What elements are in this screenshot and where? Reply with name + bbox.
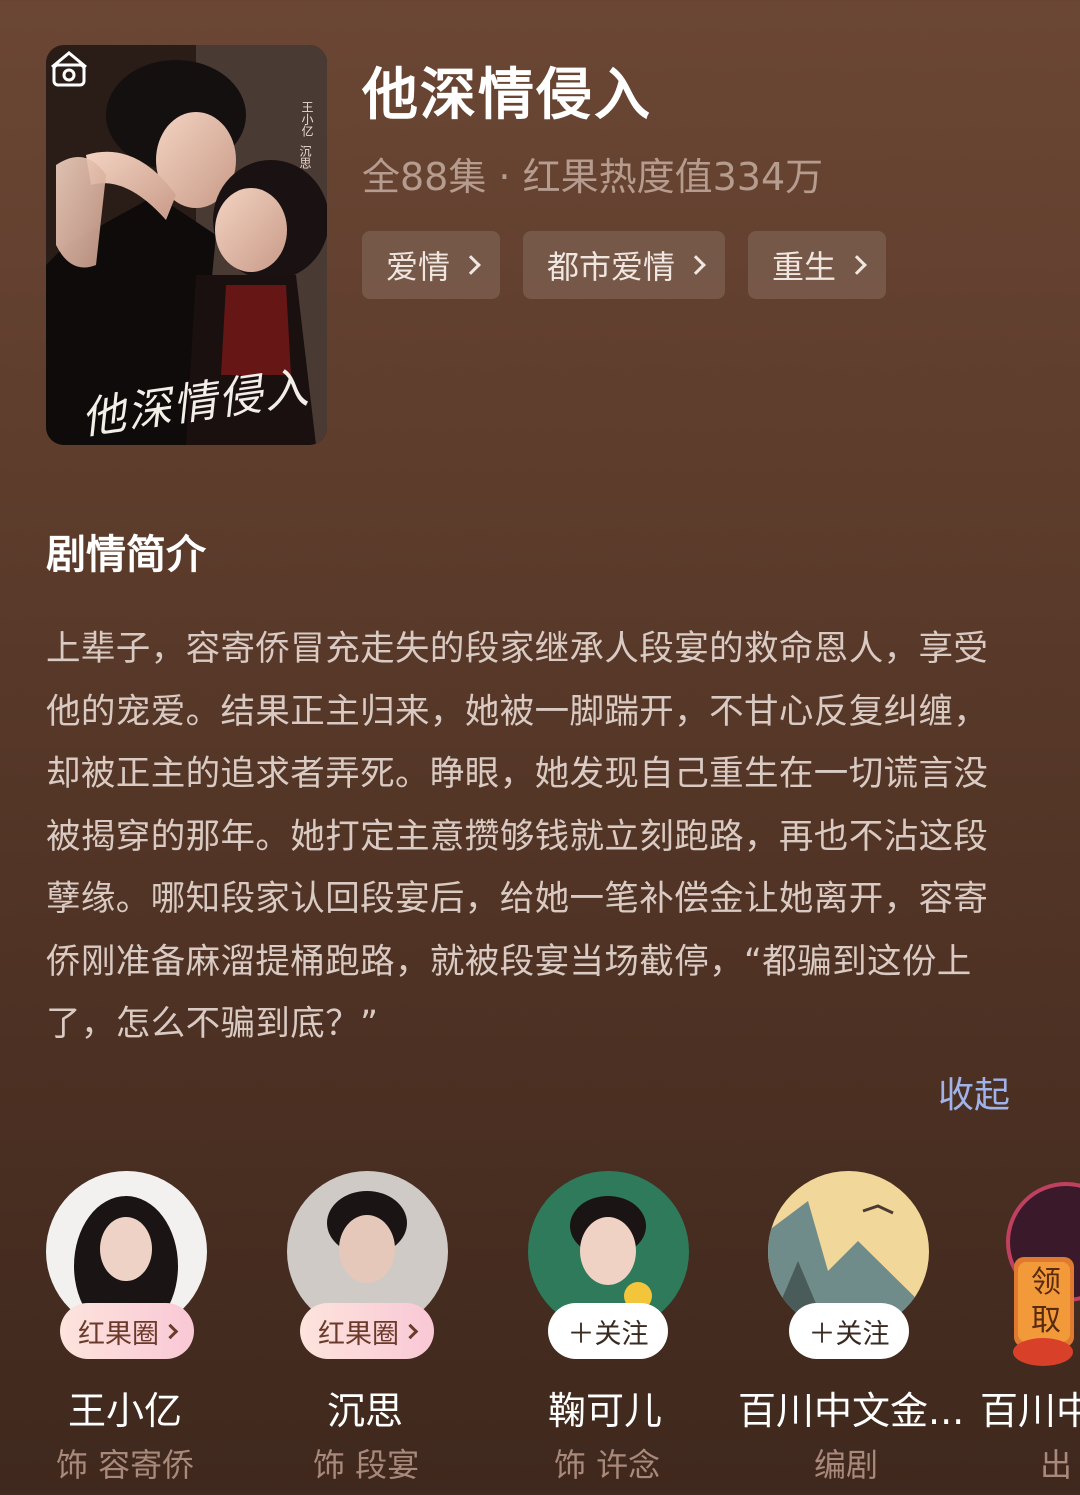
hongguo-circle-badge[interactable]: 红果圈 <box>60 1303 194 1359</box>
tag-romance[interactable]: 爱情 <box>362 231 501 299</box>
genre-tags: 爱情 都市爱情 重生 <box>362 231 887 299</box>
chevron-right-icon <box>162 1323 179 1339</box>
chevron-right-icon <box>402 1323 419 1339</box>
cast-role: 饰 段宴 <box>313 1446 420 1484</box>
cast-name: 百川中文金... <box>738 1389 965 1433</box>
chevron-right-icon <box>686 255 706 275</box>
chevron-right-icon <box>847 255 867 275</box>
platform-logo-icon <box>51 51 87 87</box>
cast-role: 饰 容寄侨 <box>56 1446 195 1484</box>
cast-name: 百川中 <box>980 1389 1080 1433</box>
cast-name: 鞠可儿 <box>548 1389 663 1433</box>
cast-role: 饰 许念 <box>554 1446 661 1484</box>
reward-floating-widget[interactable]: 领取 <box>1006 1172 1080 1372</box>
poster-actor-2: 沉思 <box>298 145 312 169</box>
poster-image[interactable]: 王小亿 沉思 他深情侵入 <box>46 45 327 445</box>
reward-label: 领取 <box>1031 1265 1061 1338</box>
badge-label: 红果圈 <box>318 1318 399 1350</box>
tag-label: 爱情 <box>386 248 451 286</box>
follow-button[interactable]: ＋关注 <box>789 1303 909 1359</box>
collapse-link[interactable]: 收起 <box>938 1066 1010 1118</box>
hongguo-circle-badge[interactable]: 红果圈 <box>300 1303 434 1359</box>
follow-button[interactable]: ＋关注 <box>548 1303 668 1359</box>
tag-urban-romance[interactable]: 都市爱情 <box>523 231 726 299</box>
badge-label: 红果圈 <box>78 1318 159 1350</box>
synopsis-heading: 剧情简介 <box>46 532 206 578</box>
tag-label: 重生 <box>772 248 837 286</box>
tag-rebirth[interactable]: 重生 <box>748 231 887 299</box>
synopsis-text: 上辈子，容寄侨冒充走失的段家继承人段宴的救命恩人，享受他的宠爱。结果正主归来，她… <box>46 629 989 1044</box>
cast-role: 出 <box>1040 1446 1073 1484</box>
cast-role: 编剧 <box>814 1446 879 1484</box>
cast-name: 王小亿 <box>68 1389 183 1433</box>
show-meta: 全88集 · 红果热度值334万 <box>362 155 824 199</box>
tag-label: 都市爱情 <box>547 248 676 286</box>
poster-actor-1: 王小亿 <box>300 101 314 137</box>
chevron-right-icon <box>461 255 481 275</box>
cast-name: 沉思 <box>327 1389 404 1433</box>
show-title: 他深情侵入 <box>362 63 652 128</box>
cast-list: 红果圈 王小亿 饰 容寄侨 红果圈 沉思 饰 段宴 ＋关注 鞠可儿 饰 许念 ＋… <box>0 1168 1080 1495</box>
